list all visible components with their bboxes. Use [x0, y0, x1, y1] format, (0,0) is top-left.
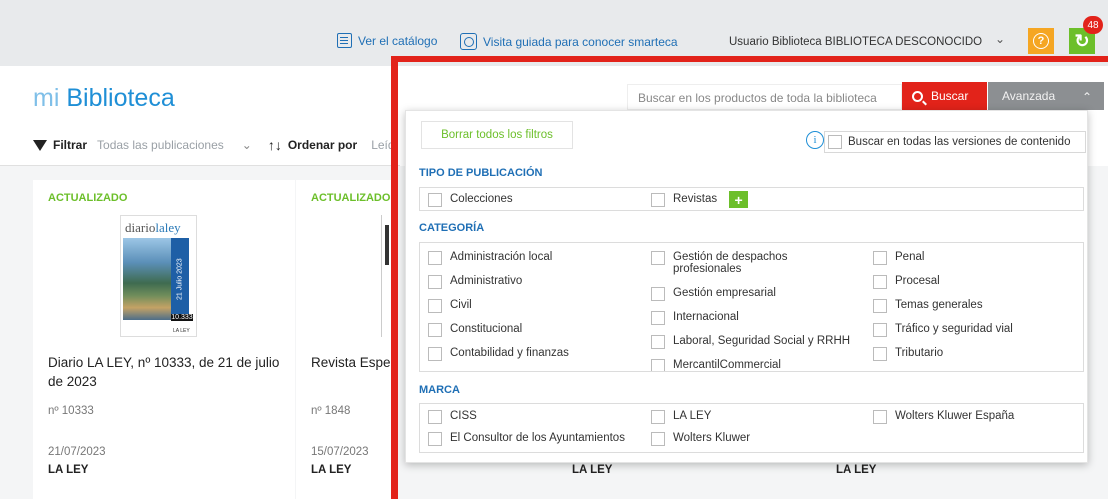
- option-brand[interactable]: Wolters Kluwer: [651, 432, 750, 446]
- option-brand[interactable]: Wolters Kluwer España: [873, 410, 1014, 424]
- option-category[interactable]: Civil: [428, 299, 472, 313]
- sort-label[interactable]: Ordenar por: [288, 138, 357, 152]
- option-category[interactable]: Administrativo: [428, 275, 522, 289]
- help-button[interactable]: ?: [1028, 28, 1054, 54]
- filter-select[interactable]: Todas las publicaciones: [97, 138, 224, 152]
- card-brand: LA LEY: [836, 464, 877, 476]
- publication-card[interactable]: ACTUALIZADO diariolaley 21 Julio 2023 10…: [33, 180, 295, 499]
- tour-icon: [460, 33, 477, 50]
- cover-image[interactable]: [381, 215, 396, 337]
- option-category[interactable]: Temas generales: [873, 299, 983, 313]
- all-versions-label: Buscar en todas las versiones de conteni…: [848, 136, 1071, 148]
- advanced-search-button[interactable]: Avanzada ⌃: [988, 82, 1104, 110]
- section-title-category: CATEGORÍA: [419, 222, 485, 234]
- option-brand[interactable]: CISS: [428, 410, 477, 424]
- card-title[interactable]: Diario LA LEY, nº 10333, de 21 de julio …: [48, 353, 288, 391]
- option-category[interactable]: Tributario: [873, 347, 943, 361]
- section-title-brand: MARCA: [419, 384, 460, 396]
- tour-link[interactable]: Visita guiada para conocer smarteca: [460, 33, 678, 50]
- plus-icon[interactable]: +: [729, 191, 749, 208]
- option-category[interactable]: Gestión de despachos profesionales: [651, 251, 813, 275]
- chevron-down-icon[interactable]: ⌄: [995, 32, 1005, 46]
- filter-label[interactable]: Filtrar: [53, 138, 87, 152]
- cover-brand: LA LEY: [173, 328, 190, 334]
- funnel-icon[interactable]: [33, 139, 47, 151]
- card-title[interactable]: Revista Espec: [311, 353, 396, 372]
- cover-image[interactable]: diariolaley 21 Julio 2023 10.333 LA LEY: [120, 215, 197, 337]
- clear-filters-button[interactable]: Borrar todos los filtros: [421, 121, 573, 149]
- cover-number: 10.333: [171, 314, 193, 321]
- refresh-icon: ↻: [1074, 30, 1090, 51]
- option-brand[interactable]: El Consultor de los Ayuntamientos: [428, 432, 625, 446]
- notification-badge: 48: [1083, 16, 1103, 34]
- filter-bar: Filtrar Todas las publicaciones ⌄ ↑↓ Ord…: [33, 137, 395, 153]
- search-button[interactable]: Buscar: [902, 82, 987, 110]
- search-input[interactable]: Buscar en los productos de toda la bibli…: [627, 84, 902, 110]
- all-versions-checkbox[interactable]: Buscar en todas las versiones de conteni…: [824, 131, 1086, 153]
- top-bar: Ver el catálogo Visita guiada para conoc…: [0, 0, 1108, 66]
- card-brand: LA LEY: [311, 464, 352, 476]
- user-menu[interactable]: Usuario Biblioteca BIBLIOTECA DESCONOCID…: [729, 36, 982, 48]
- catalog-link-label: Ver el catálogo: [358, 33, 438, 48]
- sort-select[interactable]: Leíd: [371, 138, 394, 152]
- card-date: 15/07/2023: [311, 446, 369, 458]
- cover-logo: diariolaley: [125, 220, 181, 235]
- advanced-filter-panel: Borrar todos los filtros i Buscar en tod…: [405, 110, 1088, 463]
- search-button-label: Buscar: [931, 89, 969, 103]
- card-date: 21/07/2023: [48, 446, 106, 458]
- publication-card[interactable]: ACTUALIZADO Revista Espec nº 1848 15/07/…: [296, 180, 396, 499]
- help-icon: ?: [1033, 33, 1049, 49]
- option-category[interactable]: Tráfico y seguridad vial: [873, 323, 1013, 337]
- tour-link-label: Visita guiada para conocer smarteca: [483, 34, 678, 49]
- search-icon: [912, 90, 923, 102]
- card-brand: LA LEY: [572, 464, 613, 476]
- status-badge: ACTUALIZADO: [48, 192, 128, 204]
- catalog-link[interactable]: Ver el catálogo: [337, 33, 437, 48]
- sort-arrows-icon[interactable]: ↑↓: [268, 137, 282, 153]
- option-category[interactable]: Contabilidad y finanzas: [428, 347, 569, 361]
- option-category[interactable]: Gestión empresarial: [651, 287, 776, 301]
- card-brand: LA LEY: [48, 464, 89, 476]
- type-options: [419, 187, 1084, 211]
- status-badge: ACTUALIZADO: [311, 192, 391, 204]
- option-brand[interactable]: LA LEY: [651, 410, 711, 424]
- advanced-label: Avanzada: [1002, 89, 1056, 103]
- option-category[interactable]: Constitucional: [428, 323, 522, 337]
- info-icon[interactable]: i: [806, 131, 824, 149]
- card-number: nº 1848: [311, 405, 351, 417]
- checkbox[interactable]: [828, 135, 842, 149]
- section-title-type: TIPO DE PUBLICACIÓN: [419, 167, 543, 179]
- chevron-down-icon[interactable]: ⌄: [242, 138, 252, 152]
- chevron-up-icon: ⌃: [1081, 90, 1092, 104]
- cover-date: 21 Julio 2023: [171, 238, 189, 320]
- option-revistas[interactable]: Revistas +: [651, 191, 749, 208]
- option-category[interactable]: Procesal: [873, 275, 940, 289]
- catalog-icon: [337, 33, 352, 48]
- card-number: nº 10333: [48, 405, 94, 417]
- option-colecciones[interactable]: Colecciones: [428, 193, 513, 207]
- option-category[interactable]: Administración local: [428, 251, 552, 265]
- option-category[interactable]: Internacional: [651, 311, 739, 325]
- option-category[interactable]: Laboral, Seguridad Social y RRHH: [651, 335, 850, 349]
- option-category[interactable]: Penal: [873, 251, 924, 265]
- option-category[interactable]: MercantilCommercial: [651, 359, 781, 371]
- page-title: mi Biblioteca: [33, 84, 175, 112]
